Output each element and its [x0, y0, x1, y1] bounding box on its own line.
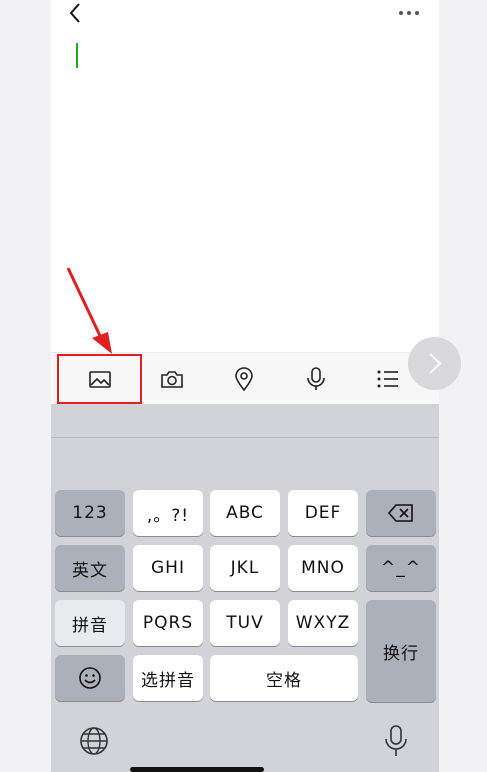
text-cursor — [76, 43, 78, 68]
key-pinyin[interactable]: 拼音 — [55, 600, 125, 646]
key-english[interactable]: 英文 — [55, 545, 125, 591]
key-mno[interactable]: MNO — [288, 545, 358, 591]
key-jkl[interactable]: JKL — [210, 545, 280, 591]
key-pqrs[interactable]: PQRS — [133, 600, 203, 646]
list-icon — [377, 370, 398, 388]
voice-button[interactable] — [280, 353, 352, 405]
candidate-bar — [51, 404, 439, 438]
next-button[interactable] — [408, 337, 461, 390]
backspace-key[interactable] — [366, 490, 436, 536]
chevron-left-icon[interactable] — [64, 2, 86, 24]
space-key[interactable]: 空格 — [210, 655, 358, 701]
key-newline[interactable]: 换行 — [366, 600, 436, 702]
key-tuv[interactable]: TUV — [210, 600, 280, 646]
key-wxyz[interactable]: WXYZ — [288, 600, 358, 646]
home-indicator — [130, 767, 264, 772]
globe-icon[interactable] — [79, 726, 109, 756]
red-arrow-annotation — [66, 267, 112, 354]
ellipsis-icon[interactable] — [397, 2, 421, 24]
chevron-right-icon — [429, 353, 442, 374]
keyboard-microphone-icon[interactable] — [383, 724, 409, 758]
emoji-key[interactable] — [55, 655, 125, 701]
key-123[interactable]: 123 — [55, 490, 125, 536]
location-pin-icon — [235, 367, 253, 392]
key-select-pinyin[interactable]: 选拼音 — [133, 655, 203, 701]
key-emoticon[interactable]: ^_^ — [366, 545, 436, 591]
backspace-icon — [388, 504, 413, 522]
key-abc[interactable]: ABC — [210, 490, 280, 536]
pinyin-keyboard: 123 ,。?! ABC DEF 英文 GHI JKL MNO ^_^ 拼音 P… — [51, 404, 439, 772]
location-button[interactable] — [208, 353, 280, 405]
microphone-icon — [307, 367, 325, 390]
key-punctuation[interactable]: ,。?! — [133, 490, 203, 536]
key-def[interactable]: DEF — [288, 490, 358, 536]
key-ghi[interactable]: GHI — [133, 545, 203, 591]
camera-button[interactable] — [136, 353, 208, 405]
camera-icon — [161, 371, 183, 388]
smiley-icon — [79, 667, 101, 689]
